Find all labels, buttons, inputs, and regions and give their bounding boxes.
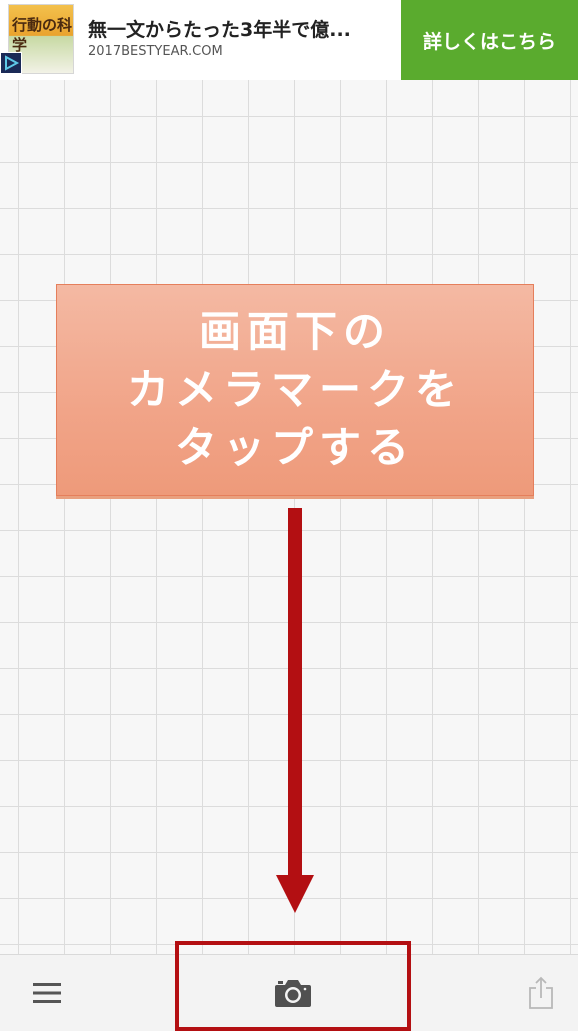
ad-cta-button[interactable]: 詳しくはこちら — [401, 0, 578, 80]
hamburger-menu-icon — [33, 983, 61, 1003]
callout-line-1: 画面下の — [198, 307, 391, 356]
share-button[interactable] — [516, 955, 566, 1031]
camera-icon — [275, 980, 311, 1007]
bottom-toolbar — [0, 954, 578, 1031]
menu-button[interactable] — [22, 955, 72, 1031]
ad-thumbnail-text: 行動の科学 — [12, 16, 73, 54]
share-icon — [529, 976, 553, 1009]
down-arrow-shaft — [288, 508, 302, 892]
down-arrow-head — [276, 875, 314, 913]
callout-line-2: カメラマークを — [126, 365, 463, 414]
ad-banner[interactable]: 行動の科学 無一文からたった3年半で億... 2017BESTYEAR.COM … — [0, 0, 578, 81]
callout-line-3: タップする — [174, 423, 415, 472]
instruction-callout: 画面下の カメラマークを タップする — [56, 284, 534, 496]
ad-url: 2017BESTYEAR.COM — [88, 44, 223, 59]
camera-button[interactable] — [258, 955, 328, 1031]
play-badge-icon[interactable] — [0, 52, 22, 74]
ad-title[interactable]: 無一文からたった3年半で億... — [88, 15, 351, 42]
